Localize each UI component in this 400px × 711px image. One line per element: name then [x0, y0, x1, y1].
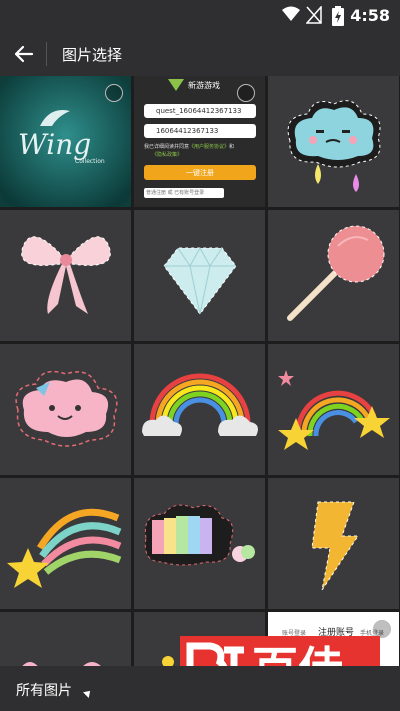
grid-image-cloud-crying[interactable] — [268, 76, 399, 207]
game-bottom-link: 普通注册 或 已有账号登录 — [146, 190, 205, 196]
pink-cloud-sticker — [15, 370, 118, 447]
logo-sub-text: Collection — [75, 158, 105, 165]
image-grid: Wing Collection 新游游戏 quest_1606441236713… — [0, 76, 400, 666]
grid-image-star-rainbow[interactable] — [268, 344, 399, 475]
game-register-label: 一键注册 — [186, 169, 214, 177]
battery-charging-icon — [332, 6, 344, 26]
star-rainbow-sticker — [278, 370, 390, 450]
game-agree-text: 我已详细阅读并同意《用户服务协议》和 — [144, 144, 235, 150]
bow-sticker — [21, 236, 111, 314]
grid-image-wing-logo[interactable]: Wing Collection — [0, 76, 131, 207]
logo-script-text: Wing — [18, 128, 92, 161]
crying-cloud-sticker — [287, 100, 381, 192]
rainbow-cloud-sticker — [144, 504, 255, 566]
grid-image-partial-ears[interactable] — [0, 612, 131, 666]
album-selector[interactable]: 所有图片 — [16, 680, 72, 700]
game-account-value: quest_16064412367133 — [156, 107, 242, 115]
status-time: 4:58 — [350, 6, 390, 25]
game-brand-icon — [168, 79, 184, 91]
game-password-value: 16064412367133 — [156, 127, 219, 135]
select-checkbox[interactable] — [105, 84, 123, 102]
appbar-divider — [46, 42, 47, 66]
lollipop-sticker — [287, 225, 385, 321]
game-brand-text: 新游游戏 — [188, 81, 220, 90]
rainbow-sticker — [142, 373, 258, 436]
no-signal-icon — [306, 6, 322, 24]
status-bar: 4:58 — [0, 0, 400, 32]
ears-sticker — [22, 662, 101, 666]
select-checkbox[interactable] — [237, 84, 255, 102]
grid-image-rainbow-cloud[interactable] — [134, 478, 265, 609]
bottom-bar: 所有图片 — [0, 666, 400, 711]
grid-image-pink-cloud[interactable] — [0, 344, 131, 475]
grid-image-diamond[interactable] — [134, 210, 265, 341]
grid-image-game-register[interactable]: 新游游戏 quest_16064412367133 16064412367133… — [134, 76, 265, 207]
page-title: 图片选择 — [62, 46, 123, 64]
lightning-sticker — [311, 501, 359, 591]
back-arrow-icon[interactable] — [10, 40, 38, 68]
grid-image-shooting-star[interactable] — [0, 478, 131, 609]
shooting-star-sticker — [7, 508, 122, 588]
grid-image-lightning[interactable] — [268, 478, 399, 609]
grid-image-rainbow[interactable] — [134, 344, 265, 475]
app-bar: 图片选择 — [0, 32, 400, 76]
wifi-icon — [282, 6, 300, 21]
diamond-sticker — [163, 246, 237, 315]
caret-down-icon[interactable] — [83, 688, 93, 698]
grid-image-bow[interactable] — [0, 210, 131, 341]
game-privacy-link: 《隐私政策》 — [152, 152, 183, 158]
grid-image-lollipop[interactable] — [268, 210, 399, 341]
